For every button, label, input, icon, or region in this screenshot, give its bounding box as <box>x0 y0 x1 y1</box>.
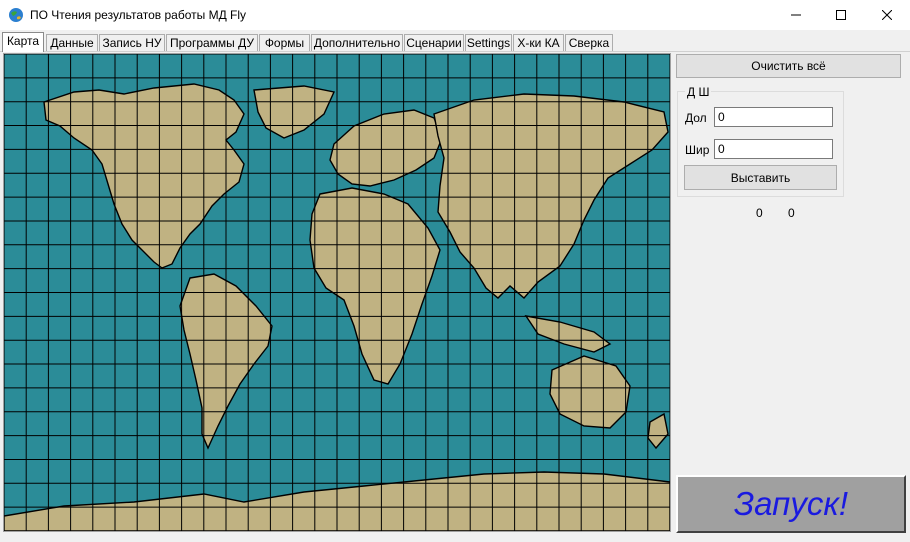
clear-all-button[interactable]: Очистить всё <box>676 54 901 78</box>
launch-button[interactable]: Запуск! <box>676 475 906 533</box>
set-coordinates-button[interactable]: Выставить <box>684 165 837 190</box>
tab-strip-divider <box>0 51 910 52</box>
coordinate-grid <box>4 54 670 531</box>
coordinates-group-title: Д Ш <box>685 85 712 99</box>
tab-reconciliation[interactable]: Сверка <box>565 34 613 51</box>
tab-scenarios[interactable]: Сценарии <box>404 34 464 51</box>
tab-programs-du[interactable]: Программы ДУ <box>166 34 258 51</box>
tab-additional[interactable]: Дополнительно <box>311 34 403 51</box>
world-map-canvas[interactable] <box>4 54 670 531</box>
coordinate-readout-a: 0 <box>756 206 763 220</box>
app-globe-icon <box>9 8 23 22</box>
tab-record-nu[interactable]: Запись НУ <box>99 34 165 51</box>
longitude-label: Дол <box>685 111 707 125</box>
longitude-input[interactable] <box>714 107 833 127</box>
coordinate-readout-b: 0 <box>788 206 795 220</box>
title-bar: ПО Чтения результатов работы МД Fly <box>0 0 910 30</box>
world-map[interactable] <box>3 53 671 532</box>
maximize-button[interactable] <box>818 0 864 30</box>
tab-data[interactable]: Данные <box>46 34 98 51</box>
tab-forms[interactable]: Формы <box>259 34 310 51</box>
close-icon <box>882 10 892 20</box>
tab-ka-characteristics[interactable]: Х-ки КА <box>513 34 564 51</box>
tab-settings[interactable]: Settings <box>465 34 512 51</box>
minimize-icon <box>791 14 801 16</box>
tab-map[interactable]: Карта <box>2 32 44 52</box>
minimize-button[interactable] <box>773 0 819 30</box>
close-button[interactable] <box>864 0 910 30</box>
maximize-icon <box>836 10 846 20</box>
window-title: ПО Чтения результатов работы МД Fly <box>30 8 247 22</box>
latitude-input[interactable] <box>714 139 833 159</box>
latitude-label: Шир <box>685 143 710 157</box>
